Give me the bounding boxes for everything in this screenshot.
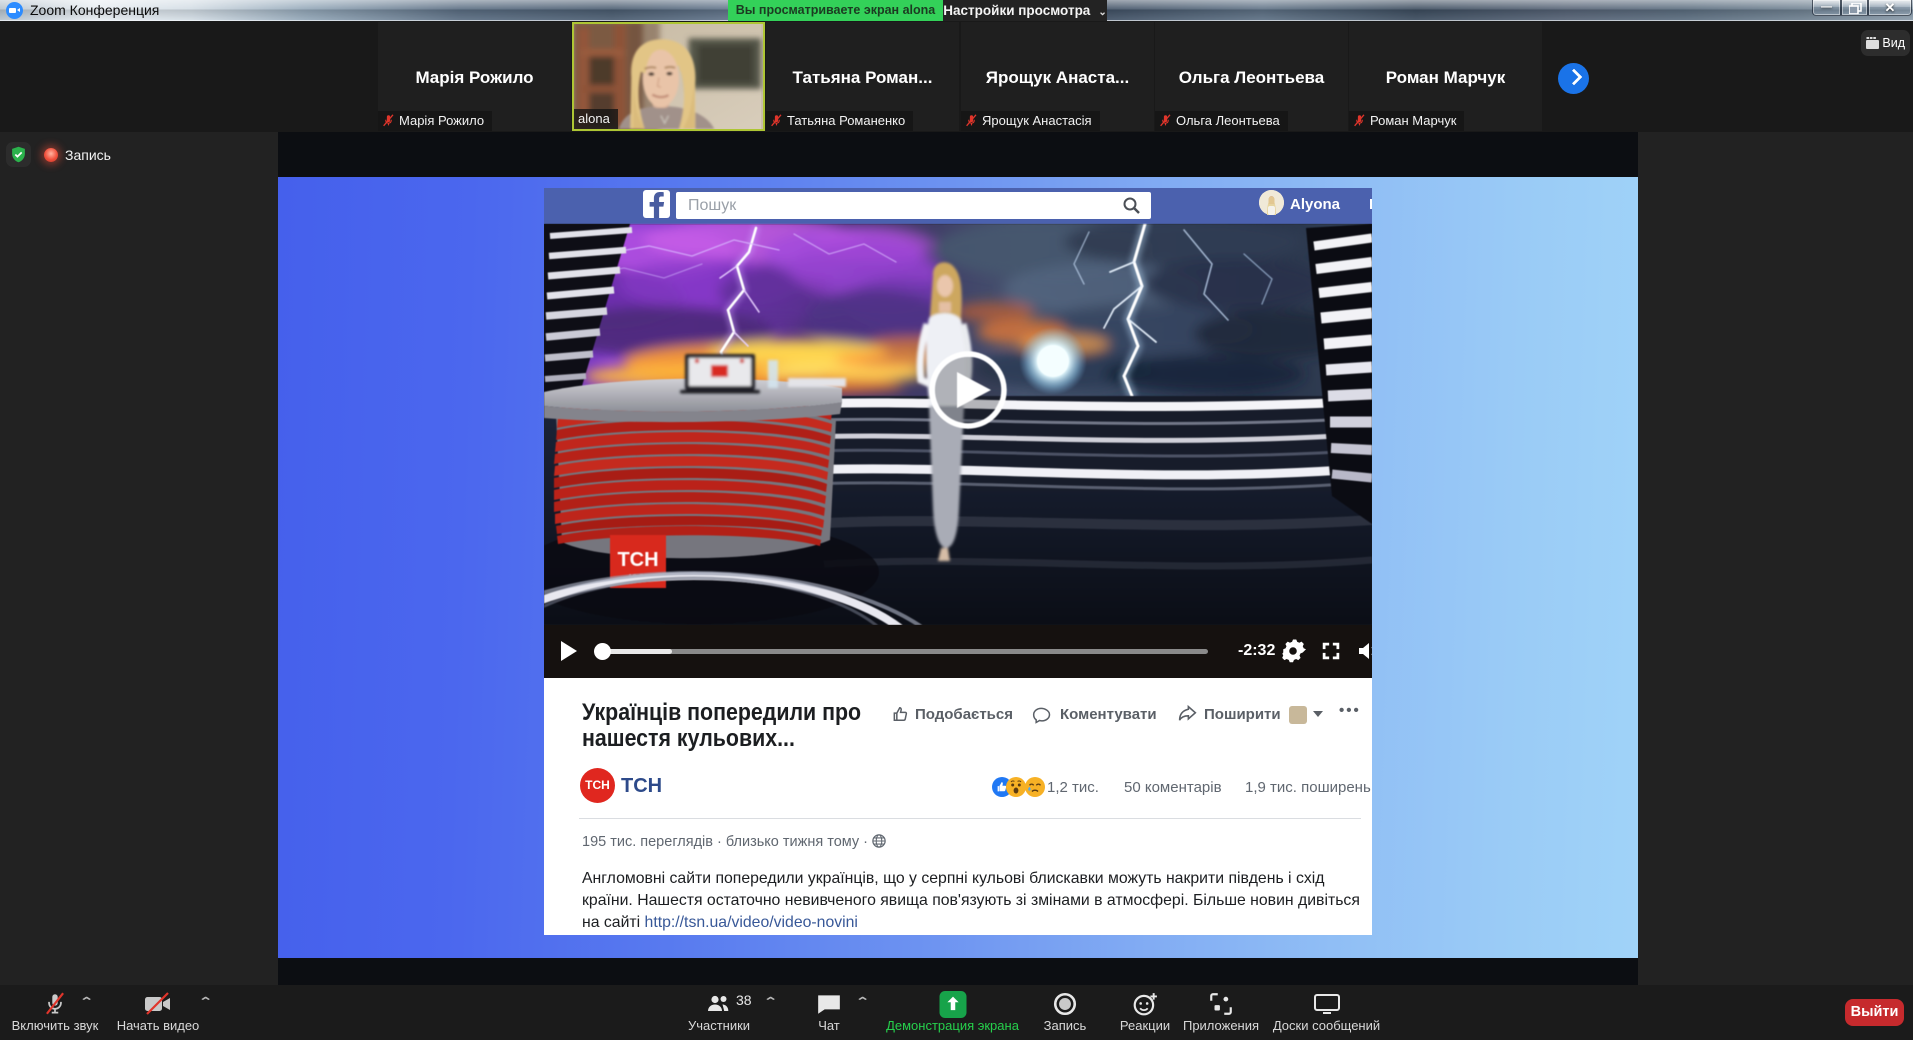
svg-text:ТСН: ТСН	[617, 549, 658, 571]
